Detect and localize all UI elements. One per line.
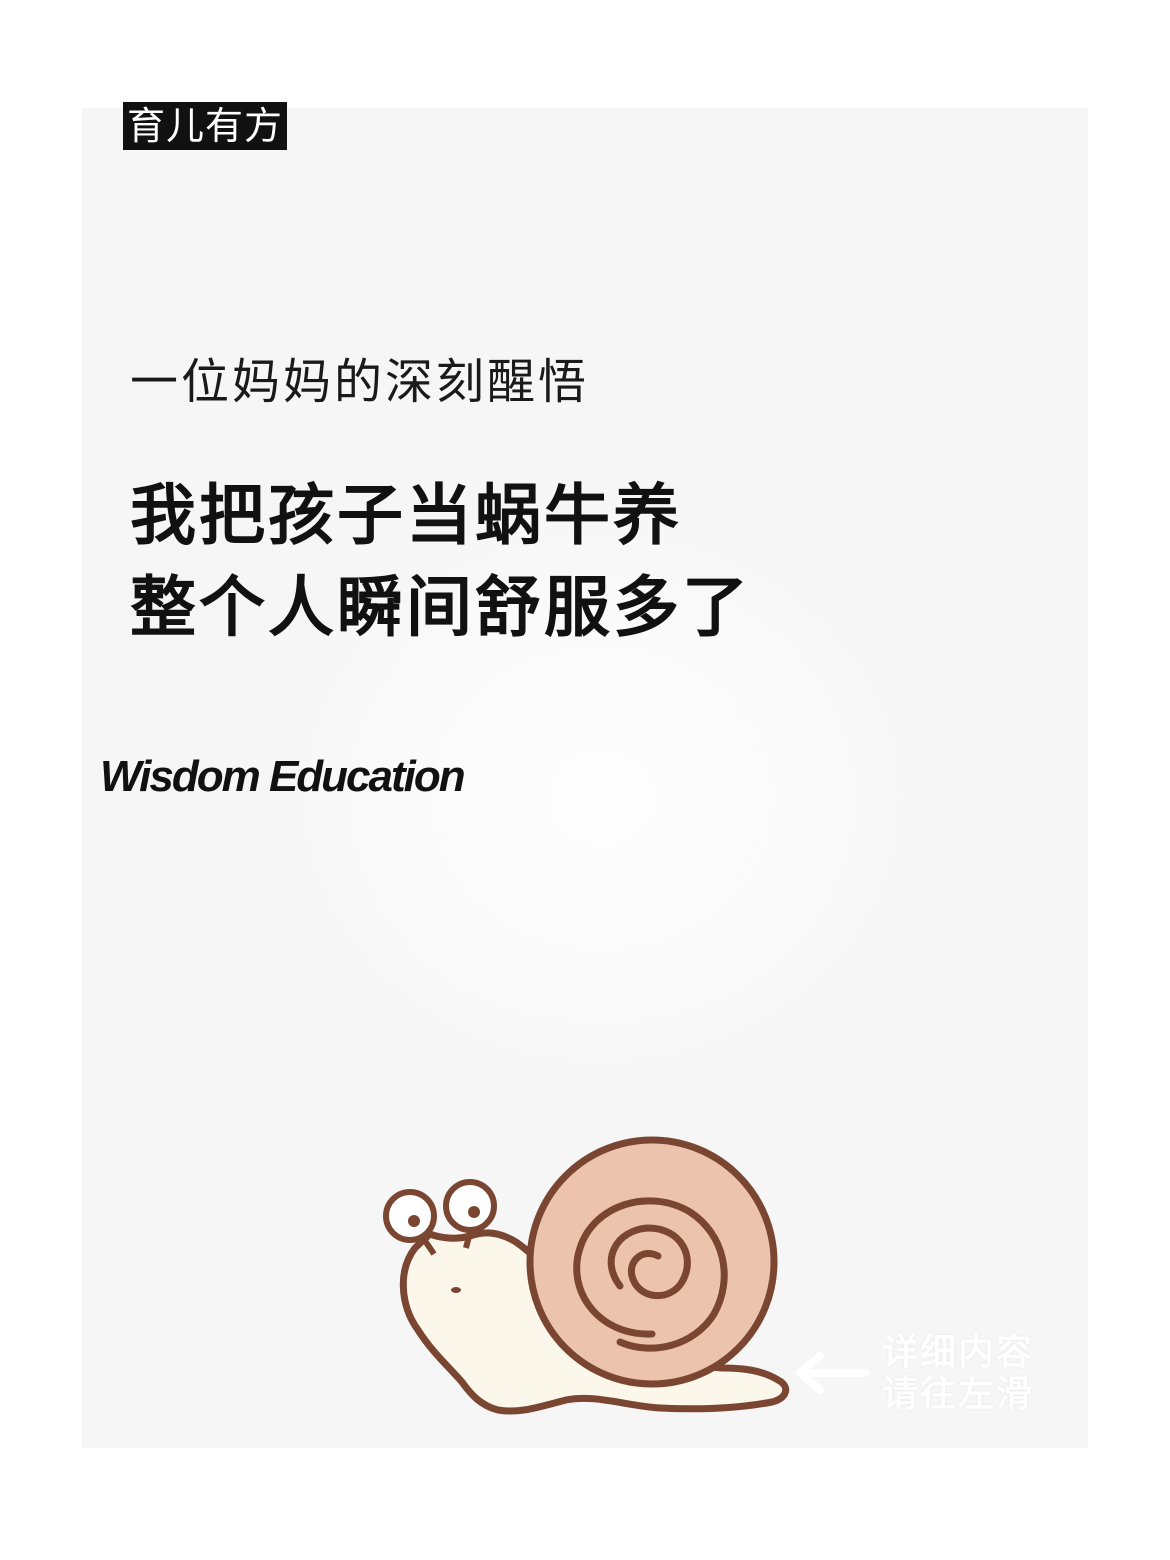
snail-face-dot bbox=[451, 1287, 461, 1293]
arrow-left-icon bbox=[796, 1352, 870, 1394]
snail-pupil-left bbox=[408, 1215, 420, 1227]
swipe-hint-line-2: 请往左滑 bbox=[882, 1374, 1035, 1415]
swipe-hint-line-1: 详细内容 bbox=[882, 1332, 1035, 1373]
headline-line-2: 整个人瞬间舒服多了 bbox=[130, 569, 751, 646]
swipe-hint: 详细内容 请往左滑 bbox=[790, 1330, 1070, 1420]
headline-line-1: 我把孩子当蜗牛养 bbox=[130, 477, 682, 554]
subtitle: 一位妈妈的深刻醒悟 bbox=[130, 354, 590, 410]
snail-icon bbox=[383, 1136, 790, 1415]
category-tag: 育儿有方 bbox=[123, 102, 288, 150]
snail-eye-left bbox=[383, 1189, 437, 1243]
swipe-hint-text: 详细内容 请往左滑 bbox=[882, 1332, 1034, 1416]
brand-label: Wisdom Education bbox=[100, 752, 466, 801]
snail-pupil-right bbox=[468, 1206, 480, 1218]
headline: 我把孩子当蜗牛养 整个人瞬间舒服多了 bbox=[130, 470, 751, 654]
snail-eye-right bbox=[443, 1179, 497, 1233]
